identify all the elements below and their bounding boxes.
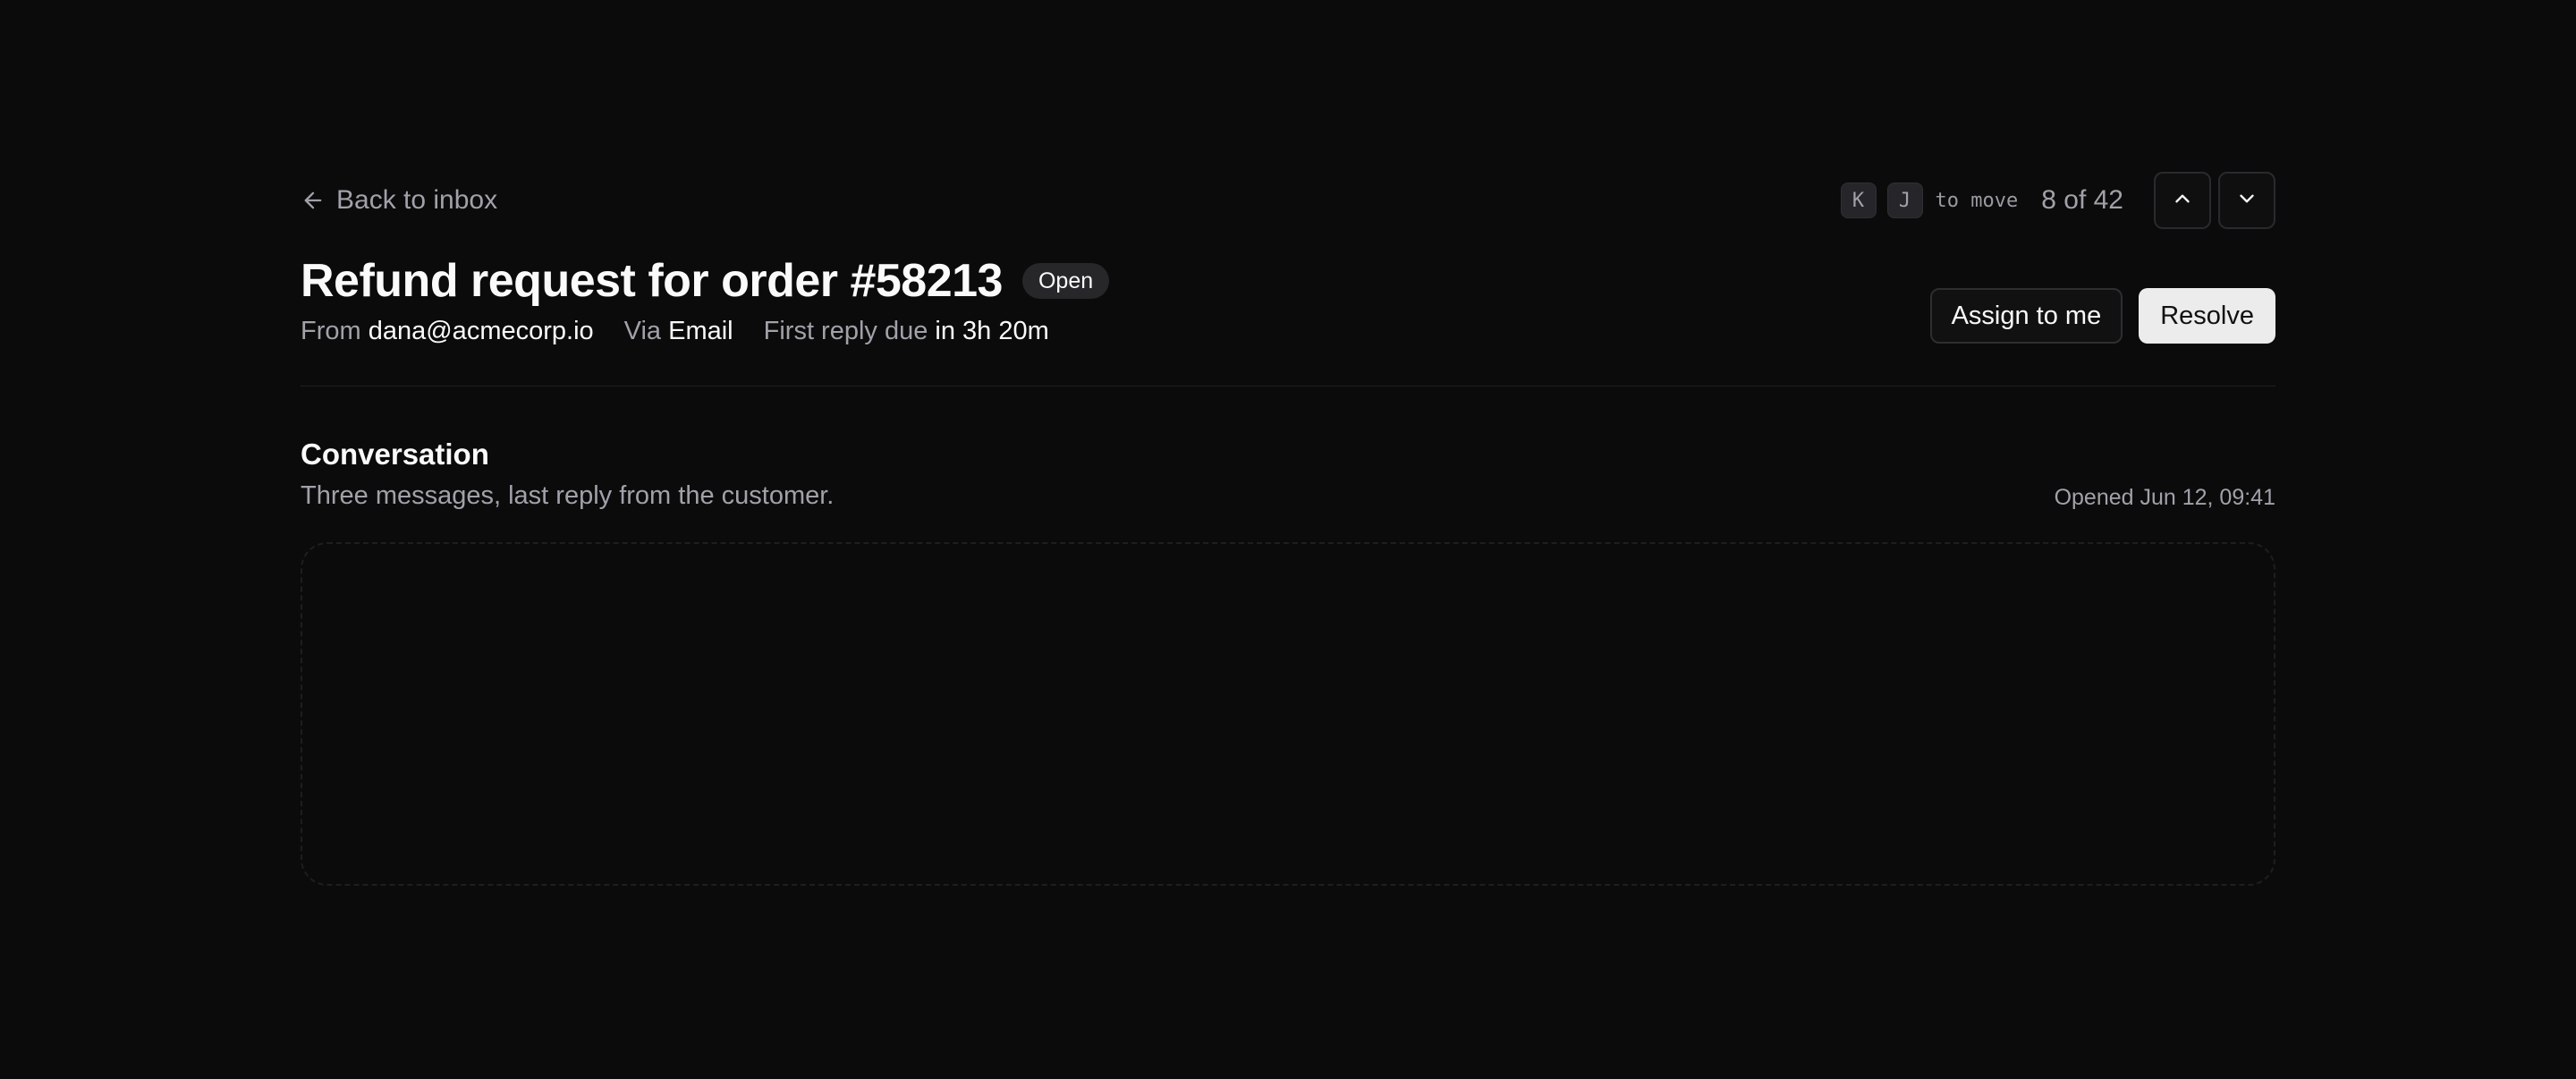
conversation-subtitle: Three messages, last reply from the cust… xyxy=(301,481,835,510)
ticket-meta: From dana@acmecorp.io Via Email First re… xyxy=(301,317,1109,346)
meta-via-value: Email xyxy=(668,317,733,345)
conversation-placeholder xyxy=(301,542,2275,886)
meta-due-value: in 3h 20m xyxy=(935,317,1049,345)
meta-from-label: From xyxy=(301,317,361,345)
back-link-label: Back to inbox xyxy=(336,185,498,215)
resolve-button[interactable]: Resolve xyxy=(2139,288,2275,344)
ticket-header: Refund request for order #58213 Open Fro… xyxy=(301,254,2275,346)
ticket-summary: Refund request for order #58213 Open Fro… xyxy=(301,254,1110,346)
top-nav: Back to inbox K J to move 8 of 42 xyxy=(301,172,2275,229)
assign-to-me-button[interactable]: Assign to me xyxy=(1929,288,2123,344)
meta-via-label: Via xyxy=(623,317,662,345)
divider xyxy=(301,386,2275,387)
meta-via: Via Email xyxy=(624,317,733,346)
conversation-title: Conversation xyxy=(301,438,489,471)
previous-ticket-button[interactable] xyxy=(2154,172,2211,229)
chevron-up-icon xyxy=(2171,187,2194,215)
shortcut-hint: to move xyxy=(1935,189,2019,212)
ticket-navigation: K J to move 8 of 42 xyxy=(1840,172,2275,229)
conversation-heading: Conversation Three messages, last reply … xyxy=(301,437,834,512)
meta-due: First reply due in 3h 20m xyxy=(764,317,1049,346)
title-line: Refund request for order #58213 Open xyxy=(301,254,1110,308)
status-badge: Open xyxy=(1021,263,1110,299)
meta-from: From dana@acmecorp.io xyxy=(301,317,594,346)
ticket-actions: Assign to me Resolve xyxy=(1929,288,2275,344)
chevron-down-icon xyxy=(2235,187,2258,215)
page-title: Refund request for order #58213 xyxy=(301,255,1003,307)
ticket-page: Back to inbox K J to move 8 of 42 Refund… xyxy=(301,172,2275,886)
back-to-inbox-link[interactable]: Back to inbox xyxy=(301,185,497,216)
ticket-position: 8 of 42 xyxy=(2041,185,2123,215)
shortcut-key-k: K xyxy=(1840,183,1877,218)
meta-due-label: First reply due xyxy=(763,317,928,345)
shortcut-key-j: J xyxy=(1886,183,1923,218)
meta-from-value: dana@acmecorp.io xyxy=(368,317,594,345)
next-ticket-button[interactable] xyxy=(2218,172,2275,229)
opened-timestamp: Opened Jun 12, 09:41 xyxy=(2054,485,2275,510)
conversation-header: Conversation Three messages, last reply … xyxy=(301,437,2275,512)
arrow-left-icon xyxy=(301,188,326,213)
